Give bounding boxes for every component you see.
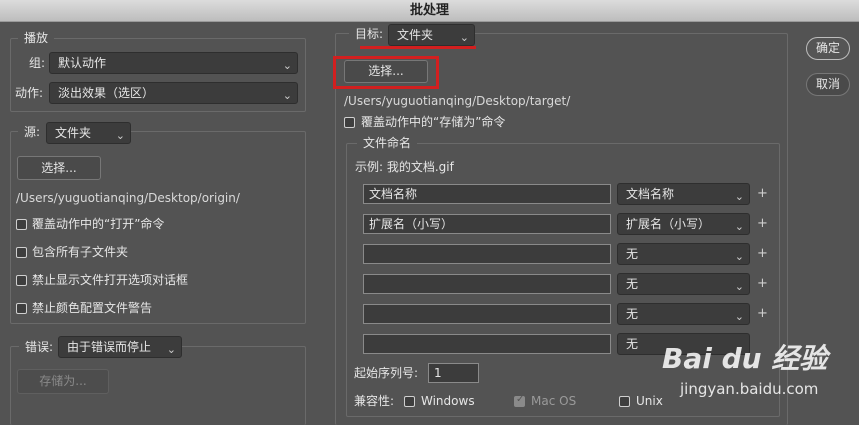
- destination-path: /Users/yuguotianqing/Desktop/target/: [344, 94, 571, 108]
- errors-select-value: 由于错误而停止: [67, 340, 152, 354]
- action-label: 动作:: [15, 86, 44, 100]
- compat-label: 兼容性:: [354, 394, 395, 408]
- cancel-button[interactable]: 取消: [806, 73, 850, 96]
- watermark-url: jingyan.baidu.com: [680, 380, 819, 398]
- suppress-color-warning-label: 禁止颜色配置文件警告: [32, 301, 153, 315]
- override-save-as-checkbox[interactable]: [344, 117, 355, 128]
- file-naming-legend: 文件命名: [357, 136, 418, 150]
- destination-highlight-underline: [360, 46, 476, 49]
- source-select[interactable]: 文件夹 ⌄: [46, 122, 131, 144]
- naming-field-3[interactable]: [363, 244, 611, 264]
- override-save-as-label: 覆盖动作中的“存储为”命令: [361, 115, 506, 129]
- chevron-down-icon: ⌄: [734, 310, 744, 323]
- errors-label: 错误:: [19, 339, 60, 355]
- compat-macos-checkbox: [514, 394, 525, 407]
- override-open-label: 覆盖动作中的“打开”命令: [32, 217, 165, 231]
- chevron-down-icon: ⌄: [282, 89, 292, 102]
- chevron-down-icon: ⌄: [282, 59, 292, 72]
- group-select[interactable]: 默认动作 ⌄: [49, 52, 298, 74]
- chevron-down-icon: ⌄: [166, 343, 176, 356]
- compat-unix-checkbox[interactable]: [619, 396, 630, 407]
- naming-plus-4: +: [757, 276, 768, 291]
- source-select-value: 文件夹: [55, 126, 92, 140]
- naming-select-5-value: 无: [626, 307, 639, 321]
- naming-field-4[interactable]: [363, 274, 611, 294]
- destination-label: 目标:: [349, 26, 390, 42]
- destination-select[interactable]: 文件夹 ⌄: [388, 24, 475, 46]
- source-path: /Users/yuguotianqing/Desktop/origin/: [16, 191, 240, 205]
- group-label: 组:: [29, 56, 46, 70]
- naming-plus-5: +: [757, 306, 768, 321]
- chevron-down-icon: ⌄: [459, 31, 469, 44]
- naming-field-1[interactable]: 文档名称: [363, 184, 611, 204]
- serial-label: 起始序列号:: [354, 366, 419, 380]
- naming-plus-1: +: [757, 186, 768, 201]
- save-as-button[interactable]: 存储为...: [17, 369, 109, 394]
- errors-select[interactable]: 由于错误而停止 ⌄: [58, 336, 182, 358]
- include-subfolders-checkbox[interactable]: [16, 247, 27, 258]
- watermark-brand: Bai du 经验: [662, 342, 828, 375]
- naming-select-5[interactable]: 无 ⌄: [617, 303, 750, 325]
- naming-select-4[interactable]: 无 ⌄: [617, 273, 750, 295]
- serial-input[interactable]: 1: [428, 363, 479, 383]
- naming-field-6[interactable]: [363, 334, 611, 354]
- chevron-down-icon: ⌄: [734, 220, 744, 233]
- naming-select-3[interactable]: 无 ⌄: [617, 243, 750, 265]
- action-select[interactable]: 淡出效果（选区） ⌄: [49, 82, 298, 104]
- compat-unix-label: Unix: [636, 394, 663, 408]
- ok-button[interactable]: 确定: [806, 37, 850, 60]
- naming-select-1[interactable]: 文档名称 ⌄: [617, 183, 750, 205]
- chevron-down-icon: ⌄: [734, 280, 744, 293]
- window-title: 批处理: [0, 0, 859, 22]
- include-subfolders-label: 包含所有子文件夹: [32, 245, 129, 259]
- suppress-open-dialog-label: 禁止显示文件打开选项对话框: [32, 273, 189, 287]
- group-select-value: 默认动作: [58, 56, 107, 70]
- file-naming-example: 示例: 我的文档.gif: [355, 160, 454, 174]
- play-legend: 播放: [18, 31, 55, 45]
- suppress-color-warning-checkbox[interactable]: [16, 303, 27, 314]
- suppress-open-dialog-checkbox[interactable]: [16, 275, 27, 286]
- naming-select-6-value: 无: [626, 337, 639, 351]
- source-label: 源:: [18, 124, 47, 140]
- naming-field-2[interactable]: 扩展名（小写）: [363, 214, 611, 234]
- baidu-watermark-logo: Bai du 经验: [662, 343, 827, 375]
- naming-select-1-value: 文档名称: [626, 187, 675, 201]
- destination-select-value: 文件夹: [397, 28, 434, 42]
- naming-plus-3: +: [757, 246, 768, 261]
- naming-select-3-value: 无: [626, 247, 639, 261]
- naming-select-4-value: 无: [626, 277, 639, 291]
- destination-choose-button[interactable]: 选择...: [344, 60, 428, 83]
- chevron-down-icon: ⌄: [734, 250, 744, 263]
- source-choose-button[interactable]: 选择...: [17, 156, 101, 180]
- compat-windows-checkbox[interactable]: [404, 396, 415, 407]
- chevron-down-icon: ⌄: [734, 190, 744, 203]
- naming-plus-2: +: [757, 216, 768, 231]
- naming-field-5[interactable]: [363, 304, 611, 324]
- naming-select-2-value: 扩展名（小写）: [626, 217, 711, 231]
- action-select-value: 淡出效果（选区）: [58, 86, 155, 100]
- compat-macos-label: Mac OS: [531, 394, 577, 408]
- naming-select-2[interactable]: 扩展名（小写） ⌄: [617, 213, 750, 235]
- override-open-checkbox[interactable]: [16, 219, 27, 230]
- compat-windows-label: Windows: [421, 394, 475, 408]
- chevron-down-icon: ⌄: [115, 129, 125, 142]
